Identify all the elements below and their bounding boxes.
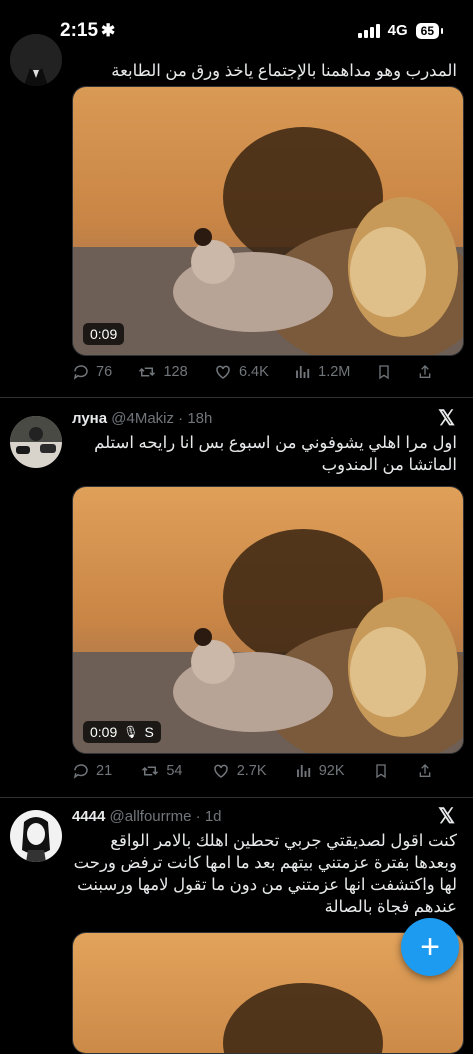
views-button[interactable]: 92K [295,762,345,780]
tweet-text: كنت اقول لصديقتي جربي تحطين اهلك بالامر … [72,830,457,918]
separator: · [195,808,201,825]
retweet-icon [139,367,156,377]
heart-icon [216,365,230,379]
reply-count: 21 [96,763,113,779]
tweet-video[interactable]: 0:09 [72,86,464,356]
tweet-video[interactable]: 0:09 🎙 S [72,486,464,754]
bookmark-button[interactable] [373,762,389,780]
lion-video-thumbnail [73,487,463,753]
video-duration: 0:09 🎙 S [83,721,161,743]
tweet-time[interactable]: 1d [205,808,222,825]
share-icon [419,365,431,378]
lion-video-thumbnail [73,87,463,355]
tweet-actions: 21 54 2.7K 92K [72,762,433,780]
reply-icon [73,764,88,779]
reply-icon [73,365,88,380]
retweet-button[interactable]: 54 [140,762,182,780]
views-icon [296,366,310,378]
tweet-header: луна @4Makiz · 18h [72,410,212,427]
avatar-image [10,416,62,468]
tweet-header: 4444 @allfourrme · 1d [72,808,222,825]
video-extra-label: S [144,724,154,740]
display-name[interactable]: луна [72,410,107,427]
x-logo-icon: 𝕏 [438,407,455,430]
tweet-3[interactable]: 4444 @allfourrme · 1d 𝕏 كنت اقول لصديقتي… [0,798,473,1054]
tweet-text: المدرب وهو مداهمنا بالإجتماع ياخذ ورق من… [72,60,457,82]
tweet-1[interactable]: المدرب وهو مداهمنا بالإجتماع ياخذ ورق من… [0,0,473,396]
view-count: 1.2M [318,364,351,380]
bookmark-icon [379,365,389,380]
tweet-text-line: اول مرا اهلي يشوفوني من اسبوع بس انا راي… [94,434,457,452]
bookmark-icon [376,764,386,779]
bookmark-button[interactable] [376,363,392,381]
microphone-icon: 🎙 [123,725,139,739]
tweet-text-line: الماتشا من المندوب [321,456,457,474]
plus-icon: + [420,927,440,966]
tweet-text-line: لها واكتشفت انها عزمتني من دون ما تقول ل… [77,876,457,894]
tweet-actions: 76 128 6.4K 1.2M [72,363,433,381]
display-name[interactable]: 4444 [72,808,105,825]
like-count: 6.4K [238,364,269,380]
avatar[interactable] [10,34,62,86]
user-handle[interactable]: @4Makiz [111,410,174,427]
tweet-time[interactable]: 18h [187,410,212,427]
like-button[interactable]: 6.4K [213,363,269,381]
avatar[interactable] [10,810,62,862]
tweet-2[interactable]: луна @4Makiz · 18h 𝕏 اول مرا اهلي يشوفون… [0,398,473,796]
duration-text: 0:09 [90,724,118,740]
reply-button[interactable]: 76 [72,363,112,381]
share-button[interactable] [417,363,433,381]
tweet-text-line: المدرب وهو مداهمنا بالإجتماع ياخذ ورق من… [111,62,457,80]
heart-icon [213,764,228,778]
reply-button[interactable]: 21 [72,762,112,780]
view-count: 92K [318,763,345,779]
like-button[interactable]: 2.7K [211,762,267,780]
share-button[interactable] [417,762,433,780]
compose-button[interactable]: + [401,918,459,976]
tweet-text-line: عندهم فجاة بالصالة [324,898,457,916]
tweet-text-line: وبعدها بفترة عزمتني بيتهم بعد ما امها كا… [73,854,457,872]
x-logo-icon: 𝕏 [438,805,455,828]
retweet-button[interactable]: 128 [137,363,188,381]
video-duration: 0:09 [83,323,125,345]
retweet-icon [142,766,159,776]
separator: · [178,410,184,427]
user-handle[interactable]: @allfourrme [110,808,192,825]
views-icon [296,765,310,777]
views-button[interactable]: 1.2M [294,363,350,381]
reply-count: 76 [96,364,113,380]
avatar-image [10,810,62,862]
tweet-text-line: كنت اقول لصديقتي جربي تحطين اهلك بالامر … [110,832,457,850]
like-count: 2.7K [236,763,267,779]
avatar[interactable] [10,416,62,468]
duration-text: 0:09 [90,326,118,342]
share-icon [419,764,431,777]
retweet-count: 128 [163,364,188,380]
tweet-text: اول مرا اهلي يشوفوني من اسبوع بس انا راي… [72,432,457,476]
retweet-count: 54 [166,763,183,779]
avatar-image [10,34,62,86]
